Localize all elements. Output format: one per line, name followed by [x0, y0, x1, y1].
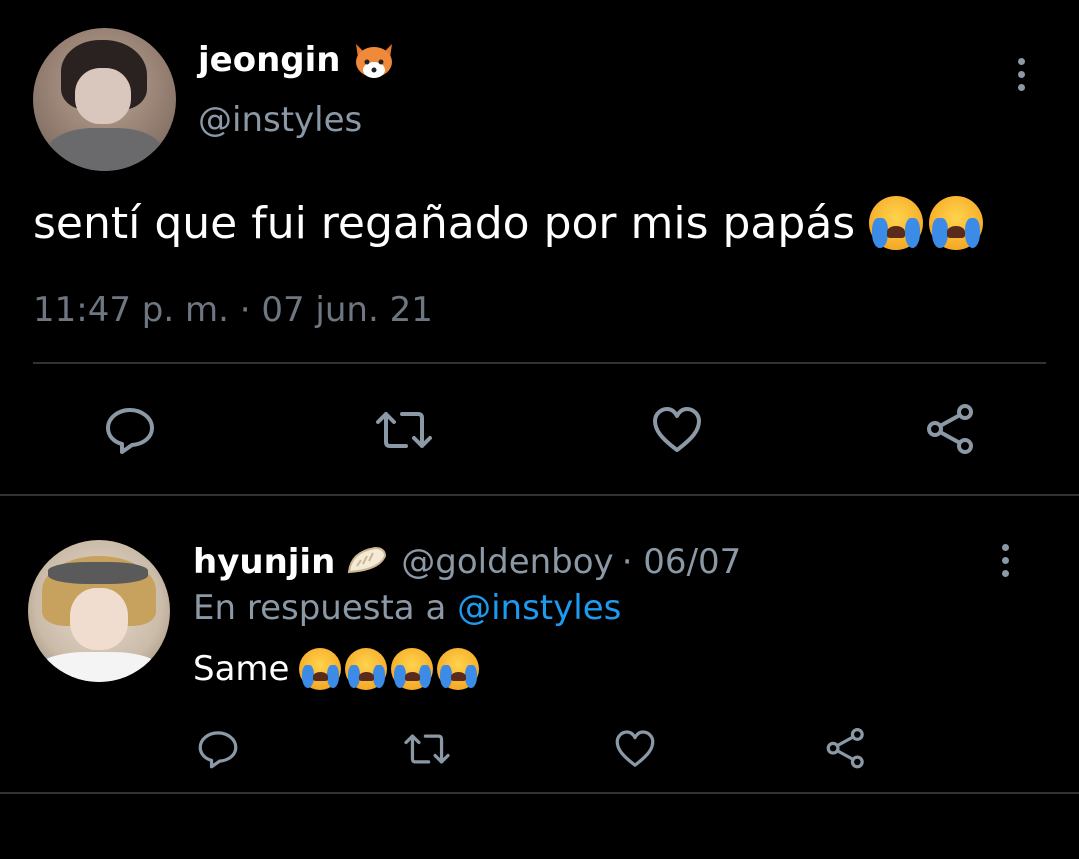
reply-context: En respuesta a @instyles	[193, 588, 621, 628]
author-row: jeongin	[198, 38, 396, 82]
avatar[interactable]	[33, 28, 176, 171]
crying-face-icon	[929, 196, 984, 250]
share-icon[interactable]	[825, 728, 867, 770]
reply-date[interactable]: · 06/07	[622, 542, 742, 582]
retweet-icon[interactable]	[374, 404, 434, 456]
fox-icon	[352, 40, 396, 80]
dumpling-icon	[345, 542, 389, 582]
reply-text: Same	[193, 649, 290, 689]
crying-face-icon	[299, 648, 342, 690]
crying-face-icon	[437, 648, 480, 690]
reply-to-link[interactable]: @instyles	[457, 588, 621, 628]
reply-prefix: En respuesta a	[193, 588, 447, 628]
like-icon[interactable]	[614, 728, 656, 770]
divider	[33, 362, 1046, 364]
more-options-icon[interactable]	[1002, 544, 1009, 583]
tweet-text: sentí que fui regañado por mis papás	[33, 197, 856, 249]
handle[interactable]: @instyles	[198, 100, 362, 140]
like-icon[interactable]	[651, 404, 703, 456]
reply-icon[interactable]	[104, 404, 156, 456]
crying-face-icon	[345, 648, 388, 690]
reply-text-row: Same	[193, 648, 480, 690]
timestamp[interactable]: 11:47 p. m. · 07 jun. 21	[33, 290, 433, 330]
reply-icon[interactable]	[197, 728, 239, 770]
avatar[interactable]	[28, 540, 170, 682]
display-name[interactable]: hyunjin	[193, 542, 335, 582]
crying-face-icon	[869, 196, 924, 250]
divider	[0, 792, 1079, 794]
tweet-text-row: sentí que fui regañado por mis papás	[33, 196, 984, 250]
crying-face-icon	[391, 648, 434, 690]
display-name[interactable]: jeongin	[198, 40, 340, 80]
handle[interactable]: @goldenboy	[401, 542, 613, 582]
share-icon[interactable]	[925, 404, 977, 456]
reply-author-row: hyunjin @goldenboy · 06/07	[193, 540, 741, 584]
divider	[0, 494, 1079, 496]
retweet-icon[interactable]	[402, 728, 452, 770]
more-options-icon[interactable]	[1018, 58, 1025, 97]
